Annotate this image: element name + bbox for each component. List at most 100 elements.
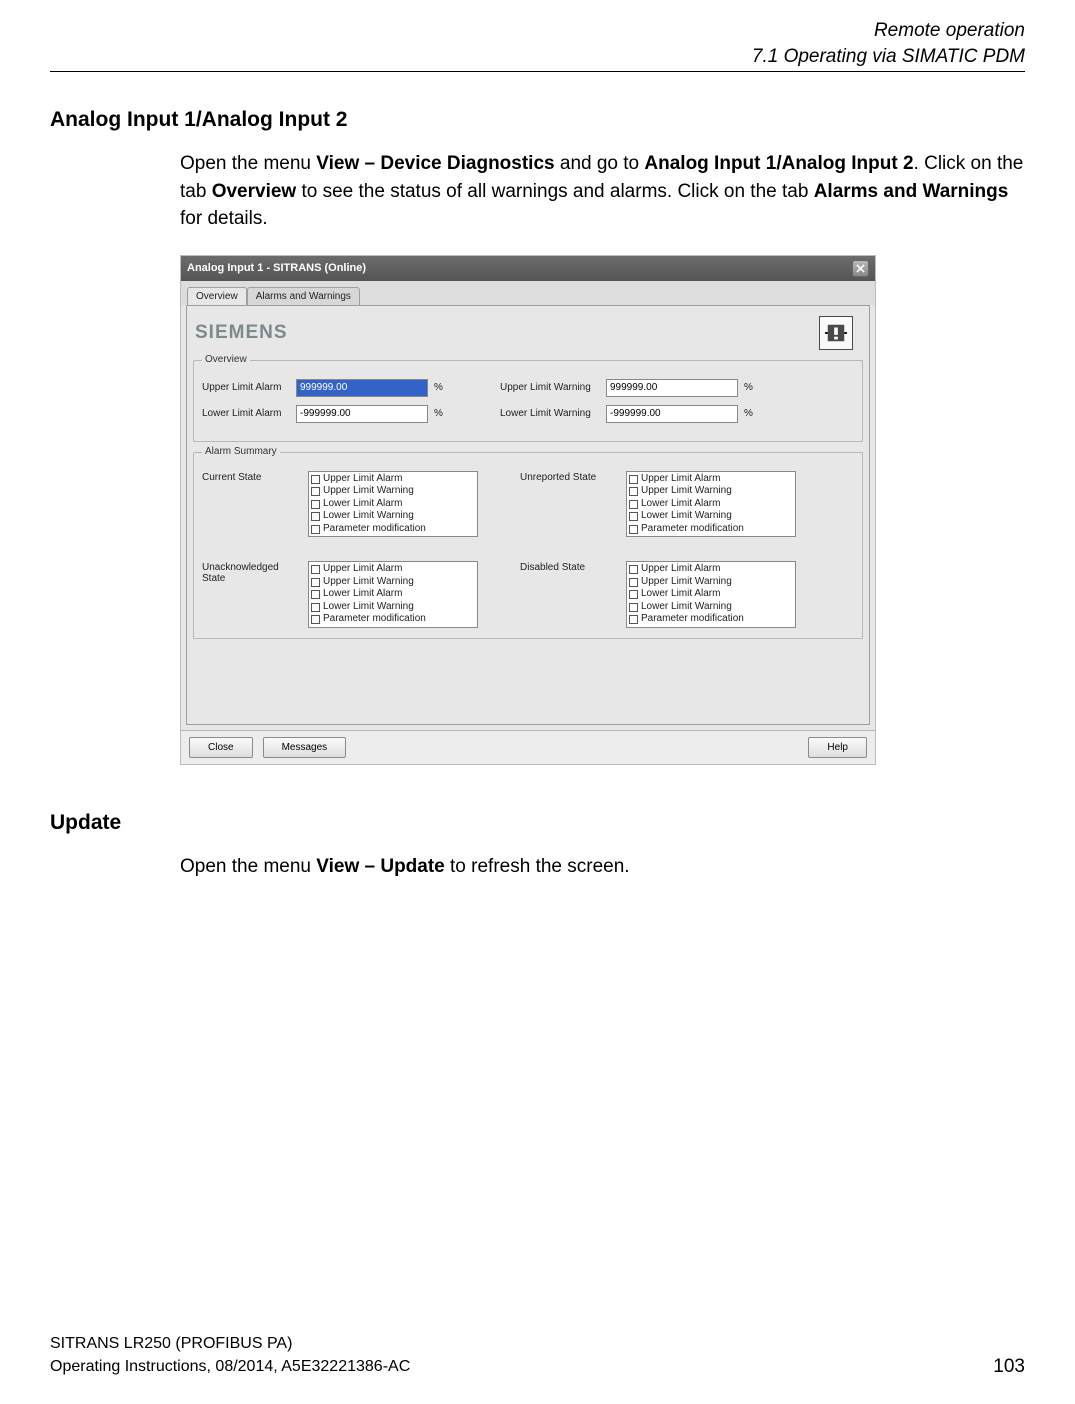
upper-limit-warning-input[interactable] (606, 379, 738, 397)
unreported-state-list[interactable]: Upper Limit AlarmUpper Limit WarningLowe… (626, 471, 796, 538)
checklist-item[interactable]: Parameter modification (311, 613, 475, 626)
help-button[interactable]: Help (808, 737, 867, 758)
checkbox-icon[interactable] (629, 487, 638, 496)
disabled-state-list[interactable]: Upper Limit AlarmUpper Limit WarningLowe… (626, 561, 796, 628)
checklist-item[interactable]: Lower Limit Alarm (311, 588, 475, 601)
unit-percent: % (744, 382, 762, 393)
upper-limit-alarm-input[interactable] (296, 379, 428, 397)
checkbox-icon[interactable] (311, 487, 320, 496)
disabled-state-label: Disabled State (520, 561, 620, 628)
text: Open the menu (180, 153, 316, 174)
checklist-item-label: Lower Limit Alarm (323, 588, 402, 601)
bold: View – Update (316, 856, 444, 877)
checklist-item[interactable]: Lower Limit Warning (311, 510, 475, 523)
checkbox-icon[interactable] (629, 578, 638, 587)
checklist-item-label: Lower Limit Warning (641, 601, 732, 614)
messages-button[interactable]: Messages (263, 737, 347, 758)
dialog-button-bar: Close Messages Help (181, 730, 875, 764)
checklist-item[interactable]: Upper Limit Warning (629, 485, 793, 498)
lower-limit-alarm-label: Lower Limit Alarm (202, 408, 290, 419)
checklist-item[interactable]: Lower Limit Alarm (311, 498, 475, 511)
checklist-item-label: Lower Limit Alarm (323, 498, 402, 511)
checklist-item[interactable]: Upper Limit Warning (629, 576, 793, 589)
checklist-item-label: Lower Limit Warning (641, 510, 732, 523)
checklist-item[interactable]: Lower Limit Alarm (629, 588, 793, 601)
checkbox-icon[interactable] (629, 500, 638, 509)
checklist-item[interactable]: Lower Limit Warning (629, 601, 793, 614)
section-heading-analog-input: Analog Input 1/Analog Input 2 (50, 108, 1025, 132)
text: and go to (555, 153, 645, 174)
lower-limit-alarm-input[interactable] (296, 405, 428, 423)
checklist-item[interactable]: Lower Limit Warning (311, 601, 475, 614)
bold: Analog Input 1/Analog Input 2 (644, 153, 913, 174)
checklist-item-label: Upper Limit Warning (641, 485, 732, 498)
checkbox-icon[interactable] (311, 578, 320, 587)
checklist-item[interactable]: Upper Limit Alarm (311, 563, 475, 576)
close-button[interactable]: Close (189, 737, 253, 758)
checklist-item[interactable]: Upper Limit Alarm (311, 473, 475, 486)
checklist-item[interactable]: Upper Limit Warning (311, 576, 475, 589)
checklist-item-label: Upper Limit Alarm (323, 563, 402, 576)
lower-limit-warning-label: Lower Limit Warning (500, 408, 600, 419)
overview-row-1: Upper Limit Alarm % Upper Limit Warning … (202, 379, 854, 397)
text: to see the status of all warnings and al… (296, 181, 814, 202)
checklist-item-label: Upper Limit Alarm (323, 473, 402, 486)
upper-limit-alarm-label: Upper Limit Alarm (202, 382, 290, 393)
header-rule (50, 71, 1025, 72)
checklist-item[interactable]: Lower Limit Alarm (629, 498, 793, 511)
tab-panel-overview: SIEMENS Overview Upper Limit Alarm % Upp… (186, 305, 870, 725)
bold: View – Device Diagnostics (316, 153, 554, 174)
checklist-item-label: Parameter modification (641, 613, 744, 626)
checkbox-icon[interactable] (629, 615, 638, 624)
section2-paragraph: Open the menu View – Update to refresh t… (180, 853, 1025, 881)
checkbox-icon[interactable] (311, 603, 320, 612)
checkbox-icon[interactable] (629, 512, 638, 521)
unit-percent: % (744, 408, 762, 419)
checkbox-icon[interactable] (629, 525, 638, 534)
alarm-summary-fieldset: Alarm Summary Current State Upper Limit … (193, 452, 863, 639)
checkbox-icon[interactable] (311, 525, 320, 534)
tab-alarms-warnings[interactable]: Alarms and Warnings (247, 287, 360, 305)
checklist-item-label: Lower Limit Alarm (641, 498, 720, 511)
checklist-item-label: Lower Limit Warning (323, 601, 414, 614)
text: to refresh the screen. (445, 856, 630, 877)
checklist-item[interactable]: Lower Limit Warning (629, 510, 793, 523)
checkbox-icon[interactable] (311, 565, 320, 574)
checkbox-icon[interactable] (629, 590, 638, 599)
checklist-item[interactable]: Parameter modification (629, 613, 793, 626)
section1-paragraph: Open the menu View – Device Diagnostics … (180, 150, 1025, 233)
checkbox-icon[interactable] (311, 475, 320, 484)
checklist-item-label: Upper Limit Alarm (641, 473, 720, 486)
checkbox-icon[interactable] (311, 500, 320, 509)
siemens-logo: SIEMENS (195, 322, 288, 344)
checklist-item-label: Parameter modification (323, 613, 426, 626)
checklist-item-label: Upper Limit Warning (323, 576, 414, 589)
current-state-label: Current State (202, 471, 302, 538)
checkbox-icon[interactable] (311, 615, 320, 624)
tab-strip: Overview Alarms and Warnings (181, 281, 875, 305)
checklist-item[interactable]: Upper Limit Warning (311, 485, 475, 498)
upper-limit-warning-label: Upper Limit Warning (500, 382, 600, 393)
tab-overview[interactable]: Overview (187, 287, 247, 305)
text: Open the menu (180, 856, 316, 877)
close-button[interactable] (852, 260, 869, 277)
checklist-item[interactable]: Upper Limit Alarm (629, 473, 793, 486)
checklist-item[interactable]: Upper Limit Alarm (629, 563, 793, 576)
bold: Overview (212, 181, 297, 202)
checkbox-icon[interactable] (629, 603, 638, 612)
checklist-item[interactable]: Parameter modification (311, 523, 475, 536)
checkbox-icon[interactable] (311, 512, 320, 521)
dialog-titlebar[interactable]: Analog Input 1 - SITRANS (Online) (181, 256, 875, 281)
checklist-item[interactable]: Parameter modification (629, 523, 793, 536)
checkbox-icon[interactable] (311, 590, 320, 599)
checkbox-icon[interactable] (629, 565, 638, 574)
lower-limit-warning-input[interactable] (606, 405, 738, 423)
unit-percent: % (434, 408, 452, 419)
header-block: Remote operation 7.1 Operating via SIMAT… (50, 18, 1025, 69)
checkbox-icon[interactable] (629, 475, 638, 484)
checklist-item-label: Parameter modification (641, 523, 744, 536)
checklist-item-label: Upper Limit Warning (641, 576, 732, 589)
current-state-list[interactable]: Upper Limit AlarmUpper Limit WarningLowe… (308, 471, 478, 538)
unacknowledged-state-list[interactable]: Upper Limit AlarmUpper Limit WarningLowe… (308, 561, 478, 628)
unreported-state-label: Unreported State (520, 471, 620, 538)
